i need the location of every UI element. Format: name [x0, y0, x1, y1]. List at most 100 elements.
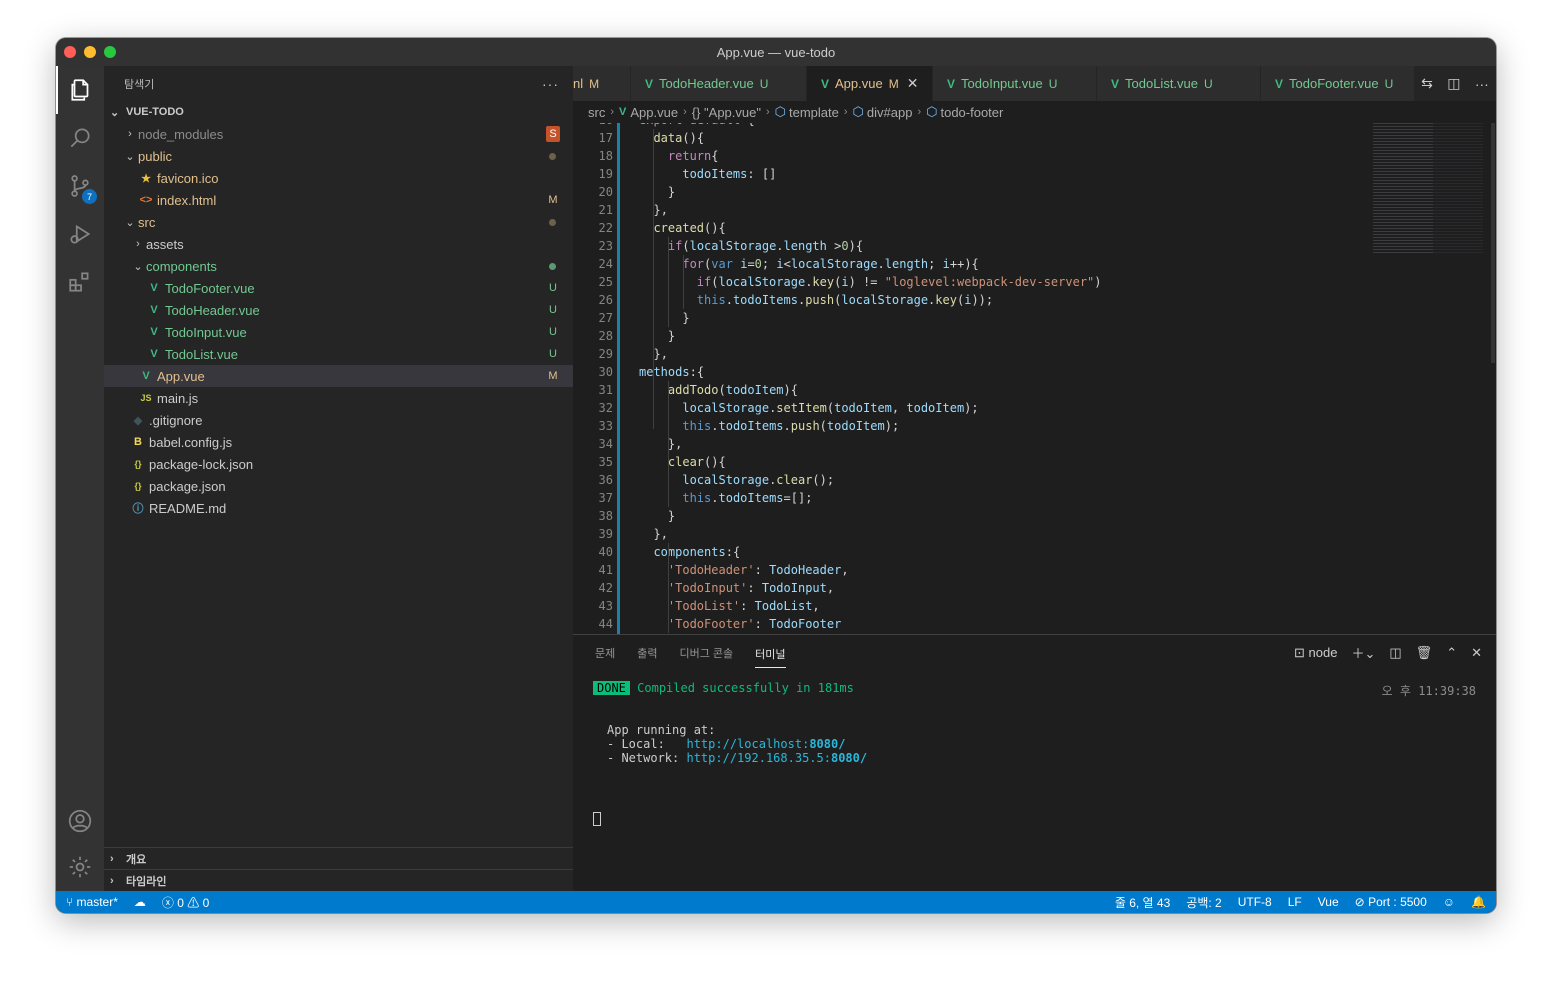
breadcrumb-template[interactable]: template	[789, 105, 839, 120]
new-terminal-icon[interactable]: ＋⌄	[1351, 643, 1375, 662]
tree-item[interactable]: JS main.js	[104, 387, 573, 409]
close-panel-icon[interactable]: ✕	[1471, 645, 1482, 661]
code-line: 18 return{	[573, 147, 1373, 165]
network-label: - Network:	[607, 751, 687, 765]
title-bar: App.vue — vue-todo	[56, 38, 1496, 66]
maximize-panel-icon[interactable]: ⌃	[1446, 645, 1457, 661]
tree-item[interactable]: V TodoFooter.vue U	[104, 277, 573, 299]
tree-item-label: package-lock.json	[149, 456, 254, 472]
tree-item[interactable]: ⌄ components	[104, 255, 573, 277]
editor-scrollbar[interactable]	[1491, 123, 1495, 363]
editor-tab[interactable]: V TodoList.vue U	[1097, 66, 1261, 101]
status-badge: S	[546, 126, 560, 142]
language-mode[interactable]: Vue	[1318, 895, 1339, 909]
tree-item[interactable]: ★ favicon.ico	[104, 167, 573, 189]
close-tab-icon[interactable]: ✕	[907, 75, 919, 92]
network-port[interactable]: 8080/	[831, 751, 867, 765]
tree-item[interactable]: ⌄ src	[104, 211, 573, 233]
symbol-cube-icon: ⬡	[774, 104, 786, 119]
branch-status[interactable]: ⑂ master*	[66, 895, 118, 909]
feedback-icon[interactable]: ☺	[1443, 895, 1455, 909]
code-line: 39 },	[573, 525, 1373, 543]
tree-item[interactable]: Bbabel.config.js	[104, 431, 573, 453]
notifications-bell-icon[interactable]: 🔔	[1471, 895, 1486, 909]
indentation[interactable]: 공백: 2	[1186, 894, 1221, 911]
tree-item[interactable]: {} package-lock.json	[104, 453, 573, 475]
editor-tab[interactable]: V TodoInput.vue U	[933, 66, 1097, 101]
code-line: 33 this.todoItems.push(todoItem);	[573, 417, 1373, 435]
settings-gear-icon[interactable]	[56, 843, 104, 891]
breadcrumb-div[interactable]: div#app	[867, 105, 913, 120]
tree-item-label: assets	[146, 236, 184, 252]
vue-file-icon: V	[947, 76, 956, 91]
code-editor[interactable]: 16export default {17 data(){18 return{19…	[573, 123, 1373, 634]
workspace-root-label: VUE-TODO	[126, 106, 184, 118]
compare-changes-icon[interactable]: ⇆	[1421, 75, 1433, 92]
source-control-icon[interactable]: 7	[56, 162, 104, 210]
problems-status[interactable]: ⓧ 0 ⚠ 0	[162, 894, 209, 911]
tab-terminal[interactable]: 터미널	[755, 642, 786, 668]
cursor-position[interactable]: 줄 6, 열 43	[1115, 894, 1170, 911]
breadcrumb-footer[interactable]: todo-footer	[940, 105, 1003, 120]
tab-problems[interactable]: 문제	[595, 635, 615, 670]
line-number: 19	[598, 167, 613, 181]
outline-section[interactable]: › 개요	[104, 847, 573, 869]
tree-item[interactable]: ⌄ public	[104, 145, 573, 167]
editor-tab[interactable]: V TodoFooter.vue U	[1261, 66, 1425, 101]
workspace-root[interactable]: ⌄ VUE-TODO	[104, 101, 573, 123]
minimap[interactable]	[1373, 123, 1483, 634]
breadcrumb-object[interactable]: {} "App.vue"	[692, 105, 761, 120]
tab-output[interactable]: 출력	[637, 635, 657, 670]
split-terminal-icon[interactable]: ◫	[1389, 645, 1401, 661]
indent-guide	[668, 237, 669, 327]
breadcrumb-src[interactable]: src	[588, 105, 605, 120]
explorer-more-icon[interactable]: ···	[542, 76, 559, 92]
tree-item-label: TodoFooter.vue	[165, 280, 255, 296]
tree-item[interactable]: V TodoList.vue U	[104, 343, 573, 365]
tree-item[interactable]: ◆ .gitignore	[104, 409, 573, 431]
account-icon[interactable]	[56, 797, 104, 845]
tree-item[interactable]: › assets	[104, 233, 573, 255]
indent-guide	[668, 543, 669, 633]
editor-tab[interactable]: V TodoHeader.vue U	[631, 66, 807, 101]
editor-tab[interactable]: V App.vue M ✕	[807, 66, 933, 101]
line-number: 36	[598, 473, 613, 487]
breadcrumb-file[interactable]: App.vue	[630, 105, 678, 120]
end-of-line[interactable]: LF	[1288, 895, 1302, 909]
run-debug-icon[interactable]	[56, 210, 104, 258]
minimize-window-button[interactable]	[84, 46, 96, 58]
tree-item[interactable]: V App.vue M	[104, 365, 573, 387]
zoom-window-button[interactable]	[104, 46, 116, 58]
line-number: 41	[598, 563, 613, 577]
network-url[interactable]: http://192.168.35.5:	[686, 751, 831, 765]
tree-item[interactable]: {} package.json	[104, 475, 573, 497]
timeline-section[interactable]: › 타임라인	[104, 869, 573, 891]
tree-item-label: package.json	[149, 478, 226, 494]
more-actions-icon[interactable]: ···	[1475, 76, 1489, 92]
explorer-icon[interactable]	[56, 66, 104, 114]
sync-icon[interactable]: ☁	[134, 895, 146, 909]
search-icon[interactable]	[56, 114, 104, 162]
status-dot	[549, 262, 556, 270]
close-window-button[interactable]	[64, 46, 76, 58]
encoding[interactable]: UTF-8	[1238, 895, 1272, 909]
tree-item[interactable]: V TodoInput.vue U	[104, 321, 573, 343]
code-line: 41 'TodoHeader': TodoHeader,	[573, 561, 1373, 579]
split-editor-icon[interactable]: ◫	[1447, 75, 1460, 92]
tab-debug-console[interactable]: 디버그 콘솔	[680, 635, 734, 670]
tree-item[interactable]: V TodoHeader.vue U	[104, 299, 573, 321]
trash-icon[interactable]: 🗑	[1416, 645, 1433, 661]
chevron-right-icon: ›	[110, 874, 114, 887]
git-file-icon: ◆	[133, 414, 143, 427]
terminal-shell-selector[interactable]: ⊡ node	[1294, 645, 1337, 661]
live-server-port[interactable]: ⊘ Port : 5500	[1355, 895, 1427, 909]
code-text: }	[667, 329, 676, 343]
extensions-icon[interactable]	[56, 258, 104, 306]
tree-item[interactable]: ⓘ README.md	[104, 497, 573, 519]
editor-tab[interactable]: nl M	[573, 66, 631, 101]
json-file-icon: {}	[134, 459, 142, 469]
tree-item[interactable]: › node_modules S	[104, 123, 573, 145]
local-port[interactable]: 8080/	[809, 737, 845, 751]
tree-item[interactable]: <> index.html M	[104, 189, 573, 211]
local-url[interactable]: http://localhost:	[686, 737, 809, 751]
